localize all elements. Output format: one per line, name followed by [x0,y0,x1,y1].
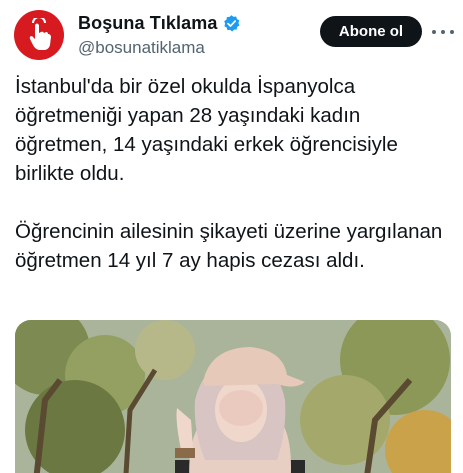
hand-click-icon [29,18,51,50]
tweet-text: İstanbul'da bir özel okulda İspanyolca ö… [15,72,455,275]
more-options-icon[interactable] [432,22,454,42]
tweet-paragraph: Öğrencinin ailesinin şikayeti üzerine ya… [15,220,443,272]
avatar[interactable] [14,10,64,60]
author-display-name[interactable]: Boşuna Tıklama [78,13,217,34]
verified-badge-icon [224,14,240,31]
author-handle[interactable]: @bosunatiklama [78,38,241,58]
author-names: Boşuna Tıklama @bosunatiklama [78,12,241,58]
tweet-paragraph: İstanbul'da bir özel okulda İspanyolca ö… [15,75,398,185]
tweet-header: Boşuna Tıklama @bosunatiklama Abone ol [0,0,463,66]
follow-button[interactable]: Abone ol [320,16,422,47]
photo-illustration [15,320,451,473]
tweet-media-photo[interactable] [15,320,451,473]
